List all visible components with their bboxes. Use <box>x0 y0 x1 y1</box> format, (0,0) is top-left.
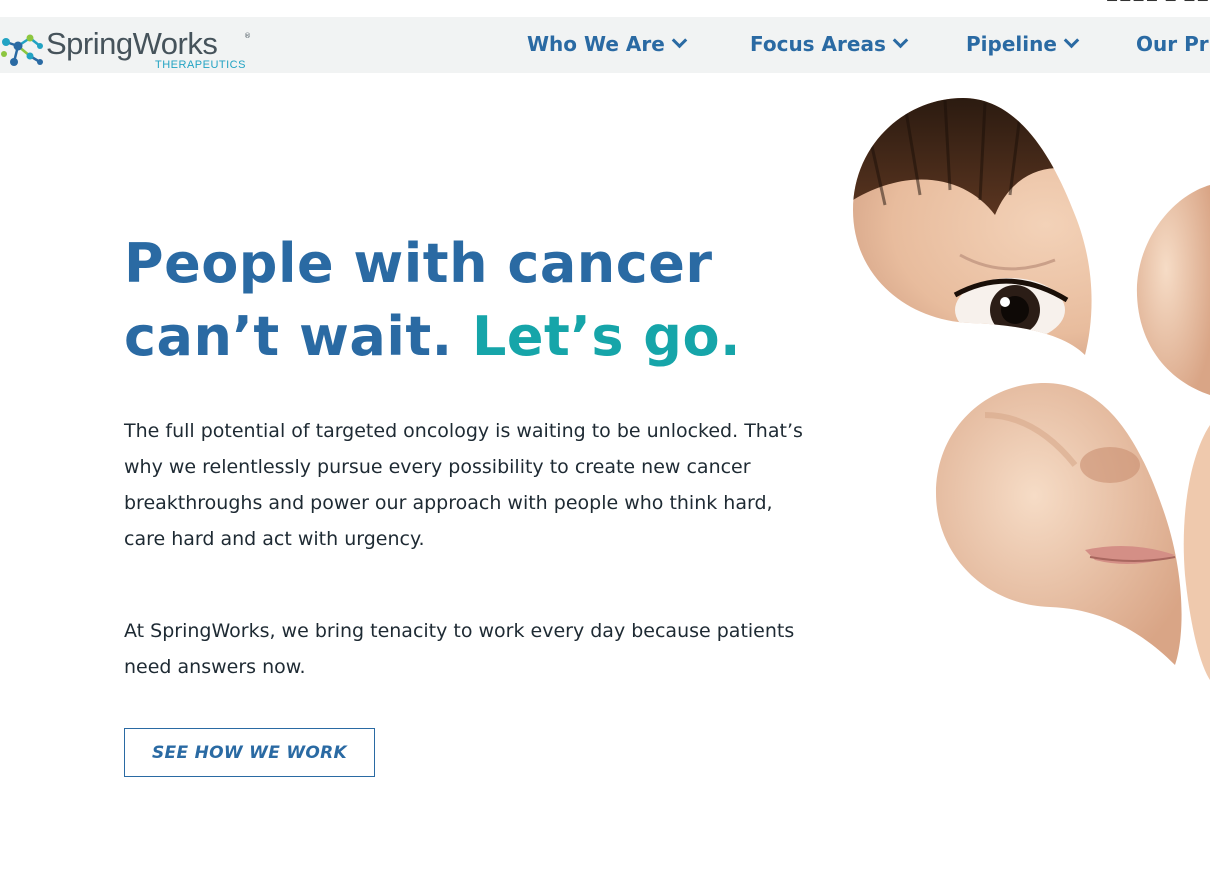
nav-item-focus-areas[interactable]: Focus Areas <box>750 32 909 56</box>
top-utility-bar: ▬▬▬▬ ▬ ▬▬ <box>0 0 1210 17</box>
hero-headline-accent: Let’s go. <box>471 305 742 368</box>
nav-item-who-we-are[interactable]: Who We Are <box>527 32 688 56</box>
nav-item-our-products[interactable]: Our Pr <box>1136 32 1209 56</box>
see-how-we-work-button[interactable]: SEE HOW WE WORK <box>124 728 375 777</box>
molecule-logo-icon <box>1 34 43 66</box>
child-face-petal-photo <box>853 98 1210 680</box>
chevron-down-icon <box>1063 32 1080 49</box>
nav-item-pipeline[interactable]: Pipeline <box>966 32 1080 56</box>
chevron-down-icon <box>892 32 909 49</box>
chevron-down-icon <box>671 32 688 49</box>
petal-right <box>1136 185 1210 395</box>
hero-headline-line2: can’t wait. <box>124 305 472 368</box>
nav-item-label: Pipeline <box>966 32 1057 56</box>
petal-right-bottom <box>1183 425 1210 680</box>
springworks-logo[interactable]: SpringWorks ® THERAPEUTICS <box>0 22 260 71</box>
hero-paragraph-1: The full potential of targeted oncology … <box>124 420 803 550</box>
nav-item-label: Our Pr <box>1136 32 1209 56</box>
hero-paragraph-2: At SpringWorks, we bring tenacity to wor… <box>124 620 795 678</box>
registered-mark: ® <box>244 32 251 40</box>
page: ▬▬▬▬ ▬ ▬▬ SpringWorks ® THERAP <box>0 0 1210 870</box>
nav-item-label: Who We Are <box>527 32 665 56</box>
logo-wordmark: SpringWorks <box>46 26 218 61</box>
logo-tagline: THERAPEUTICS <box>155 59 246 71</box>
hero-headline: People with cancer can’t wait. Let’s go. <box>124 227 824 373</box>
main-navigation: SpringWorks ® THERAPEUTICS Who We Are Fo… <box>0 17 1210 73</box>
hero-headline-line1: People with cancer <box>124 232 713 295</box>
utility-link-cropped[interactable]: ▬▬▬▬ ▬ ▬▬ <box>1106 0 1210 6</box>
petal-bottom <box>936 383 1182 665</box>
nav-item-label: Focus Areas <box>750 32 886 56</box>
